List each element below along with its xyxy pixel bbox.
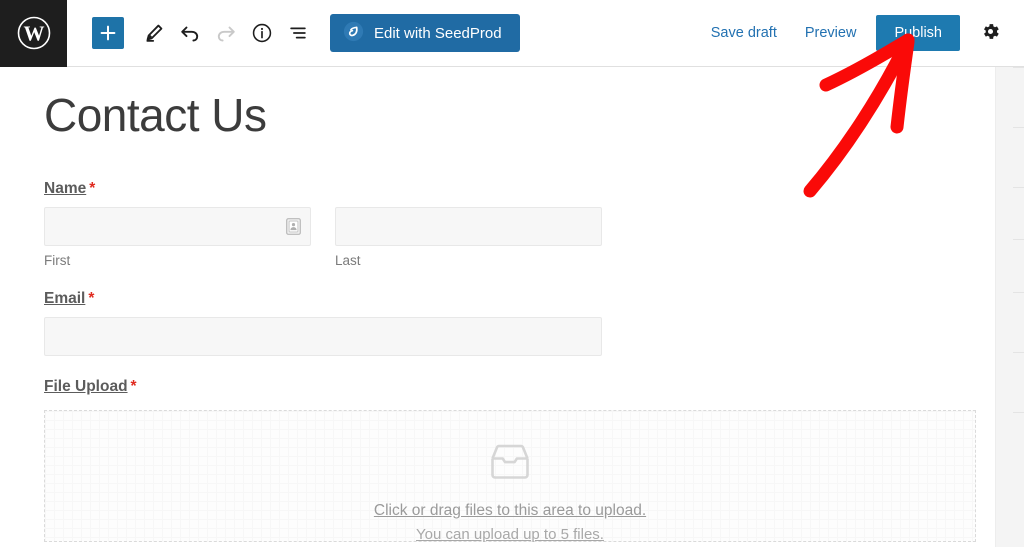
file-upload-field-label: File Upload * bbox=[44, 378, 137, 396]
rail-divider bbox=[1013, 412, 1024, 413]
edit-with-seedprod-label: Edit with SeedProd bbox=[374, 24, 502, 42]
undo-icon bbox=[178, 21, 202, 45]
rail-divider bbox=[1013, 292, 1024, 293]
required-asterisk: * bbox=[130, 377, 137, 395]
file-dropzone[interactable]: Click or drag files to this area to uplo… bbox=[44, 409, 976, 543]
first-name-sub-label: First bbox=[44, 252, 71, 268]
name-field-label: Name * bbox=[44, 180, 95, 198]
edit-tool-button[interactable] bbox=[136, 15, 172, 51]
required-asterisk: * bbox=[89, 179, 96, 197]
redo-icon bbox=[214, 21, 238, 45]
wordpress-logo-icon[interactable]: W bbox=[0, 0, 67, 67]
rail-divider bbox=[1013, 127, 1024, 128]
page-title[interactable]: Contact Us bbox=[44, 89, 995, 142]
preview-button[interactable]: Preview bbox=[791, 17, 871, 49]
contact-card-icon[interactable] bbox=[285, 217, 301, 235]
details-button[interactable] bbox=[244, 15, 280, 51]
save-draft-button[interactable]: Save draft bbox=[697, 17, 791, 49]
dropzone-secondary-text: You can upload up to 5 files. bbox=[416, 526, 604, 544]
right-sidebar-rail[interactable] bbox=[995, 67, 1024, 547]
inbox-tray-icon bbox=[489, 444, 531, 485]
svg-text:W: W bbox=[23, 22, 44, 46]
name-field-group: Name * First Last bbox=[44, 180, 976, 268]
editor-top-bar: W Edit with SeedProd Save draft Preview … bbox=[0, 0, 1024, 67]
redo-button[interactable] bbox=[208, 15, 244, 51]
editor-window: W Edit with SeedProd Save draft Preview … bbox=[0, 0, 1024, 547]
seedprod-leaf-icon bbox=[343, 21, 364, 46]
list-view-icon bbox=[287, 22, 309, 44]
email-input[interactable] bbox=[44, 316, 602, 356]
email-field-group: Email * bbox=[44, 290, 976, 356]
email-field-label: Email * bbox=[44, 290, 94, 308]
name-inputs-row: First Last bbox=[44, 206, 976, 268]
top-bar-actions: Save draft Preview Publish bbox=[697, 11, 1024, 55]
dropzone-primary-text: Click or drag files to this area to uplo… bbox=[373, 501, 647, 519]
publish-button[interactable]: Publish bbox=[876, 15, 960, 51]
rail-divider bbox=[1013, 239, 1024, 240]
editor-toolbar bbox=[92, 15, 316, 51]
undo-button[interactable] bbox=[172, 15, 208, 51]
rail-divider bbox=[1013, 352, 1024, 353]
contact-form: Name * First Last Email * File Upload * … bbox=[44, 180, 976, 543]
plus-icon bbox=[99, 24, 117, 42]
gear-icon bbox=[980, 21, 1001, 45]
edit-with-seedprod-button[interactable]: Edit with SeedProd bbox=[330, 14, 520, 52]
editor-canvas: Contact Us Name * First Last Email * Fil… bbox=[0, 67, 995, 547]
last-name-sub-label: Last bbox=[335, 252, 361, 268]
name-label-text: Name bbox=[44, 179, 87, 197]
rail-divider bbox=[1013, 187, 1024, 188]
required-asterisk: * bbox=[88, 289, 95, 307]
email-label-text: Email bbox=[44, 289, 86, 307]
pencil-icon bbox=[143, 22, 165, 44]
file-upload-field-group: File Upload * Click or drag files to this… bbox=[44, 378, 976, 543]
info-icon bbox=[251, 22, 273, 44]
first-name-column: First bbox=[44, 206, 311, 268]
last-name-input[interactable] bbox=[335, 206, 602, 246]
settings-button[interactable] bbox=[968, 11, 1012, 55]
add-block-button[interactable] bbox=[92, 17, 124, 49]
list-view-button[interactable] bbox=[280, 15, 316, 51]
first-name-input[interactable] bbox=[44, 206, 311, 246]
file-upload-label-text: File Upload bbox=[44, 377, 128, 395]
last-name-column: Last bbox=[335, 206, 602, 268]
